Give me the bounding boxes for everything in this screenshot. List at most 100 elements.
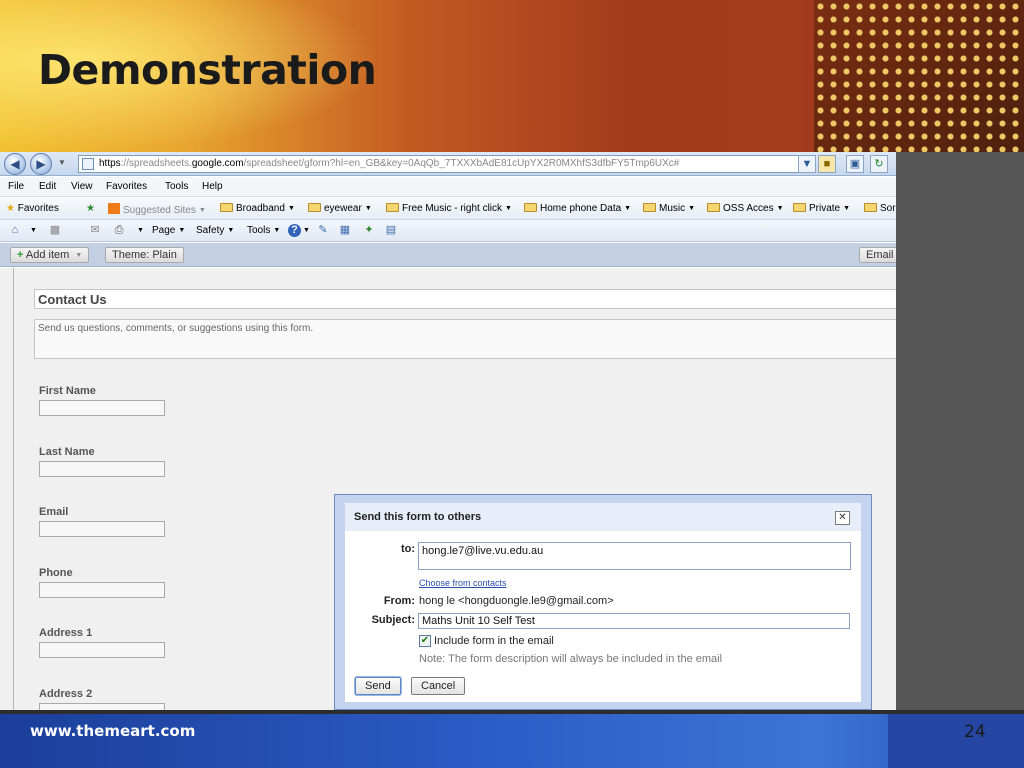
include-form-label[interactable]: Include form in the email [434, 635, 554, 647]
choose-contacts-link[interactable]: Choose from contacts [419, 578, 507, 588]
cancel-button[interactable]: Cancel [411, 677, 466, 695]
folder-icon [793, 203, 806, 212]
folder-icon [864, 203, 877, 212]
cmd-tools[interactable]: Tools ▼ [247, 225, 280, 236]
suggested-sites-icon [108, 203, 120, 214]
fav-label: Free Music - right click [402, 203, 503, 214]
menu-help[interactable]: Help [202, 181, 223, 192]
menu-tools[interactable]: Tools [165, 181, 188, 192]
fav-label: Suggested Sites [123, 205, 196, 216]
command-bar: ⌂ ▼ ▩ ✉ ⎙ ▼ Page ▼ Safety ▼ Tools ▼ ? ▼ ✎ ▦… [0, 220, 896, 242]
form-title-input[interactable]: Contact Us [34, 289, 896, 309]
compat-icon[interactable]: ▣ [846, 155, 864, 173]
fav-label: Private [809, 203, 841, 214]
fav-oss-acces[interactable]: OSS Acces ▼ [707, 203, 784, 214]
cmd-page[interactable]: Page ▼ [152, 225, 185, 236]
fav-label: eyewear [324, 203, 362, 214]
url-input[interactable]: https://spreadsheets.google.com/spreadsh… [78, 155, 814, 173]
url-dropdown-icon[interactable]: ▼ [798, 155, 816, 173]
email-button[interactable]: Email [859, 247, 896, 263]
menu-bar: File Edit View Favorites Tools Help [0, 177, 896, 197]
first-name-field[interactable] [39, 400, 165, 416]
star-icon: ★ [6, 203, 15, 214]
browser-window: ◀ ▶ ▼ https://spreadsheets.google.com/sp… [0, 152, 896, 710]
onenote-icon[interactable]: ▤ [384, 224, 398, 237]
favorites-label: Favorites [17, 203, 59, 214]
from-value: hong le <hongduongle.le9@gmail.com> [419, 595, 614, 607]
research-icon[interactable]: ✎ [316, 224, 330, 237]
field-label-first-name: First Name [39, 385, 96, 397]
add-item-button[interactable]: + Add item ▼ [10, 247, 90, 263]
address-1-field[interactable] [39, 642, 165, 658]
mail-icon[interactable]: ✉ [88, 224, 102, 237]
form-description-input[interactable]: Send us questions, comments, or suggesti… [34, 319, 896, 359]
lock-icon[interactable]: ■ [818, 155, 836, 173]
fav-label: Sor [880, 203, 896, 214]
slide-title: Demonstration [38, 46, 377, 94]
forward-icon[interactable]: ▶ [30, 153, 52, 175]
print-icon[interactable]: ⎙ [112, 224, 126, 237]
favorites-button[interactable]: ★ Favorites [6, 203, 59, 214]
subject-label: Subject: [371, 614, 415, 626]
fav-sor[interactable]: Sor [864, 203, 896, 214]
theme-button[interactable]: Theme: Plain [105, 247, 184, 263]
plus-icon: + [17, 249, 24, 261]
dialog-header: Send this form to others ✕ [345, 503, 861, 531]
folder-icon [524, 203, 537, 212]
add-favorite-icon[interactable]: ★ [86, 203, 95, 214]
fav-suggested-sites[interactable]: Suggested Sites ▼ [108, 203, 206, 216]
menu-file[interactable]: File [8, 181, 24, 192]
folder-icon [308, 203, 321, 212]
subject-input[interactable]: Maths Unit 10 Self Test [418, 613, 850, 629]
from-label: From: [383, 595, 415, 607]
field-label-email: Email [39, 506, 69, 518]
to-input[interactable]: hong.le7@live.vu.edu.au [418, 542, 851, 570]
url-separator: :// [120, 158, 130, 169]
footer-site: www.themeart.com [30, 722, 196, 740]
back-icon[interactable]: ◀ [4, 153, 26, 175]
dialog-title: Send this form to others [354, 511, 482, 523]
menu-edit[interactable]: Edit [39, 181, 56, 192]
fav-label: Home phone Data [540, 203, 622, 214]
fav-label: Broadband [236, 203, 285, 214]
note-text: Note: The form description will always b… [419, 653, 723, 665]
fav-label: Music [659, 203, 686, 214]
address-2-field[interactable] [39, 703, 165, 710]
home-icon[interactable]: ⌂ [8, 224, 22, 237]
form-editor-toolbar: + Add item ▼ Theme: Plain Email [0, 243, 896, 267]
folder-icon [707, 203, 720, 212]
circuit-board-image [814, 0, 1024, 152]
messenger-icon[interactable]: ▦ [338, 224, 352, 237]
form-edit-area: Contact Us Send us questions, comments, … [0, 268, 896, 710]
send-form-dialog: Send this form to others ✕ to: hong.le7@… [334, 494, 872, 710]
rss-icon[interactable]: ▩ [48, 224, 62, 237]
home-dropdown-icon[interactable]: ▼ [30, 227, 37, 234]
menu-view[interactable]: View [71, 181, 93, 192]
fav-home-phone-data[interactable]: Home phone Data ▼ [524, 203, 631, 214]
cmd-label: Safety [196, 225, 225, 236]
history-dropdown-icon[interactable]: ▼ [58, 158, 66, 167]
translate-icon[interactable]: ✦ [362, 224, 376, 237]
add-item-label: Add item [25, 249, 70, 261]
help-icon[interactable]: ? [288, 224, 301, 237]
fav-free-music[interactable]: Free Music - right click ▼ [386, 203, 512, 214]
fav-eyewear[interactable]: eyewear ▼ [308, 203, 372, 214]
send-button[interactable]: Send [355, 677, 401, 695]
field-label-phone: Phone [39, 567, 73, 579]
close-icon[interactable]: ✕ [835, 511, 850, 525]
dialog-body: Send this form to others ✕ to: hong.le7@… [345, 503, 861, 702]
fav-private[interactable]: Private ▼ [793, 203, 850, 214]
phone-field[interactable] [39, 582, 165, 598]
cmd-safety[interactable]: Safety ▼ [196, 225, 234, 236]
refresh-icon[interactable]: ↻ [870, 155, 888, 173]
last-name-field[interactable] [39, 461, 165, 477]
url-subdomain: spreadsheets. [129, 158, 192, 169]
fav-broadband[interactable]: Broadband ▼ [220, 203, 295, 214]
print-dropdown-icon[interactable]: ▼ [137, 227, 144, 234]
email-field[interactable] [39, 521, 165, 537]
url-scheme: https [99, 158, 121, 169]
menu-favorites[interactable]: Favorites [106, 181, 147, 192]
fav-music[interactable]: Music ▼ [643, 203, 695, 214]
help-dropdown-icon[interactable]: ▼ [303, 227, 310, 234]
checkbox-icon[interactable]: ✔ [419, 635, 431, 647]
